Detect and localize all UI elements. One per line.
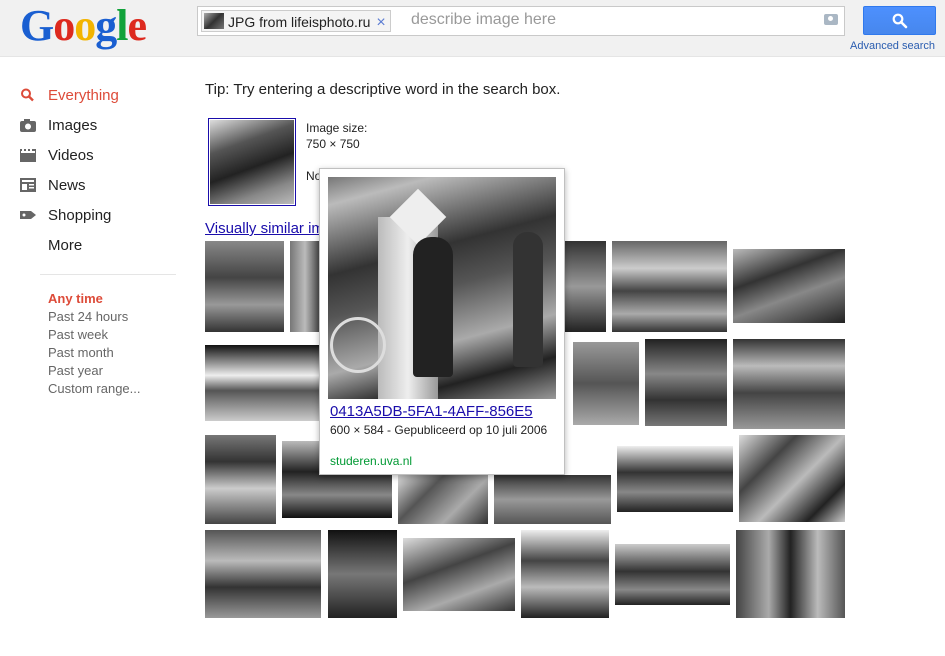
nav-label: Images <box>48 117 98 134</box>
nav-label: News <box>48 177 86 194</box>
top-bar: Google JPG from lifeisphoto.ru × describe… <box>0 0 945 57</box>
camera-icon <box>20 119 36 132</box>
chip-label: JPG from lifeisphoto.ru <box>228 14 371 30</box>
nav-label: More <box>48 237 83 254</box>
time-filter-any[interactable]: Any time <box>48 291 103 306</box>
bicycle-wheel <box>330 317 386 373</box>
logo-letter: o <box>74 1 96 50</box>
logo-letter: l <box>116 1 128 50</box>
close-icon[interactable]: × <box>376 14 385 31</box>
image-result[interactable] <box>736 530 845 618</box>
logo-letter: e <box>127 1 147 50</box>
result-meta: 600 × 584 - Gepubliceerd op 10 juli 2006 <box>330 423 548 437</box>
query-thumbnail <box>204 13 224 29</box>
image-result[interactable] <box>328 530 397 618</box>
query-image-thumbnail[interactable] <box>208 118 296 206</box>
image-result[interactable] <box>494 475 611 524</box>
image-result[interactable] <box>521 530 609 618</box>
tag-icon <box>20 211 36 219</box>
image-result[interactable] <box>615 544 730 605</box>
time-filter-week[interactable]: Past week <box>48 327 108 342</box>
film-icon <box>20 149 36 162</box>
google-logo[interactable]: Google <box>20 0 147 51</box>
image-result[interactable] <box>290 241 320 332</box>
time-filter-24h[interactable]: Past 24 hours <box>48 309 128 324</box>
image-result[interactable] <box>617 446 733 512</box>
image-result[interactable] <box>573 342 639 425</box>
nav-divider <box>40 274 176 275</box>
image-result[interactable] <box>403 538 515 611</box>
search-icon <box>892 13 908 29</box>
image-result[interactable] <box>205 241 284 332</box>
nav-label: Shopping <box>48 207 112 224</box>
preview-image[interactable] <box>328 177 556 399</box>
advanced-search-link[interactable]: Advanced search <box>850 40 935 52</box>
image-size-label: Image size: <box>306 121 368 135</box>
image-result[interactable] <box>205 530 321 618</box>
logo-letter: G <box>20 1 54 50</box>
time-filter-custom[interactable]: Custom range... <box>48 381 141 396</box>
logo-letter: o <box>53 1 75 50</box>
search-tip: Tip: Try entering a descriptive word in … <box>205 81 561 98</box>
nav-label: Everything <box>48 87 119 104</box>
image-result[interactable] <box>733 339 845 429</box>
image-query-chip[interactable]: JPG from lifeisphoto.ru × <box>201 10 391 32</box>
image-size-value: 750 × 750 <box>306 137 360 151</box>
image-result[interactable] <box>205 345 320 421</box>
image-hover-card[interactable]: 0413A5DB-5FA1-4AFF-856E5 600 × 584 - Gep… <box>319 168 565 475</box>
search-button[interactable] <box>863 6 936 35</box>
image-result[interactable] <box>565 241 606 332</box>
search-placeholder[interactable]: describe image here <box>411 11 556 29</box>
nav-label: Videos <box>48 147 94 164</box>
time-filter-month[interactable]: Past month <box>48 345 114 360</box>
image-size-info: Image size: 750 × 750 <box>306 120 367 152</box>
search-icon <box>21 88 34 102</box>
logo-letter: g <box>95 1 117 50</box>
image-result[interactable] <box>733 249 845 323</box>
result-title-link[interactable]: 0413A5DB-5FA1-4AFF-856E5 <box>330 403 533 420</box>
image-result[interactable] <box>205 435 276 524</box>
image-result[interactable] <box>645 339 727 426</box>
image-result[interactable] <box>398 475 488 524</box>
figure <box>513 232 543 367</box>
image-result[interactable] <box>739 435 845 522</box>
figure <box>413 237 453 377</box>
camera-icon[interactable] <box>824 14 838 25</box>
newspaper-icon <box>20 178 36 192</box>
search-input[interactable]: JPG from lifeisphoto.ru × describe image … <box>197 6 845 36</box>
result-source-url[interactable]: studeren.uva.nl <box>330 454 412 468</box>
time-filter-year[interactable]: Past year <box>48 363 103 378</box>
image-result[interactable] <box>612 241 727 332</box>
